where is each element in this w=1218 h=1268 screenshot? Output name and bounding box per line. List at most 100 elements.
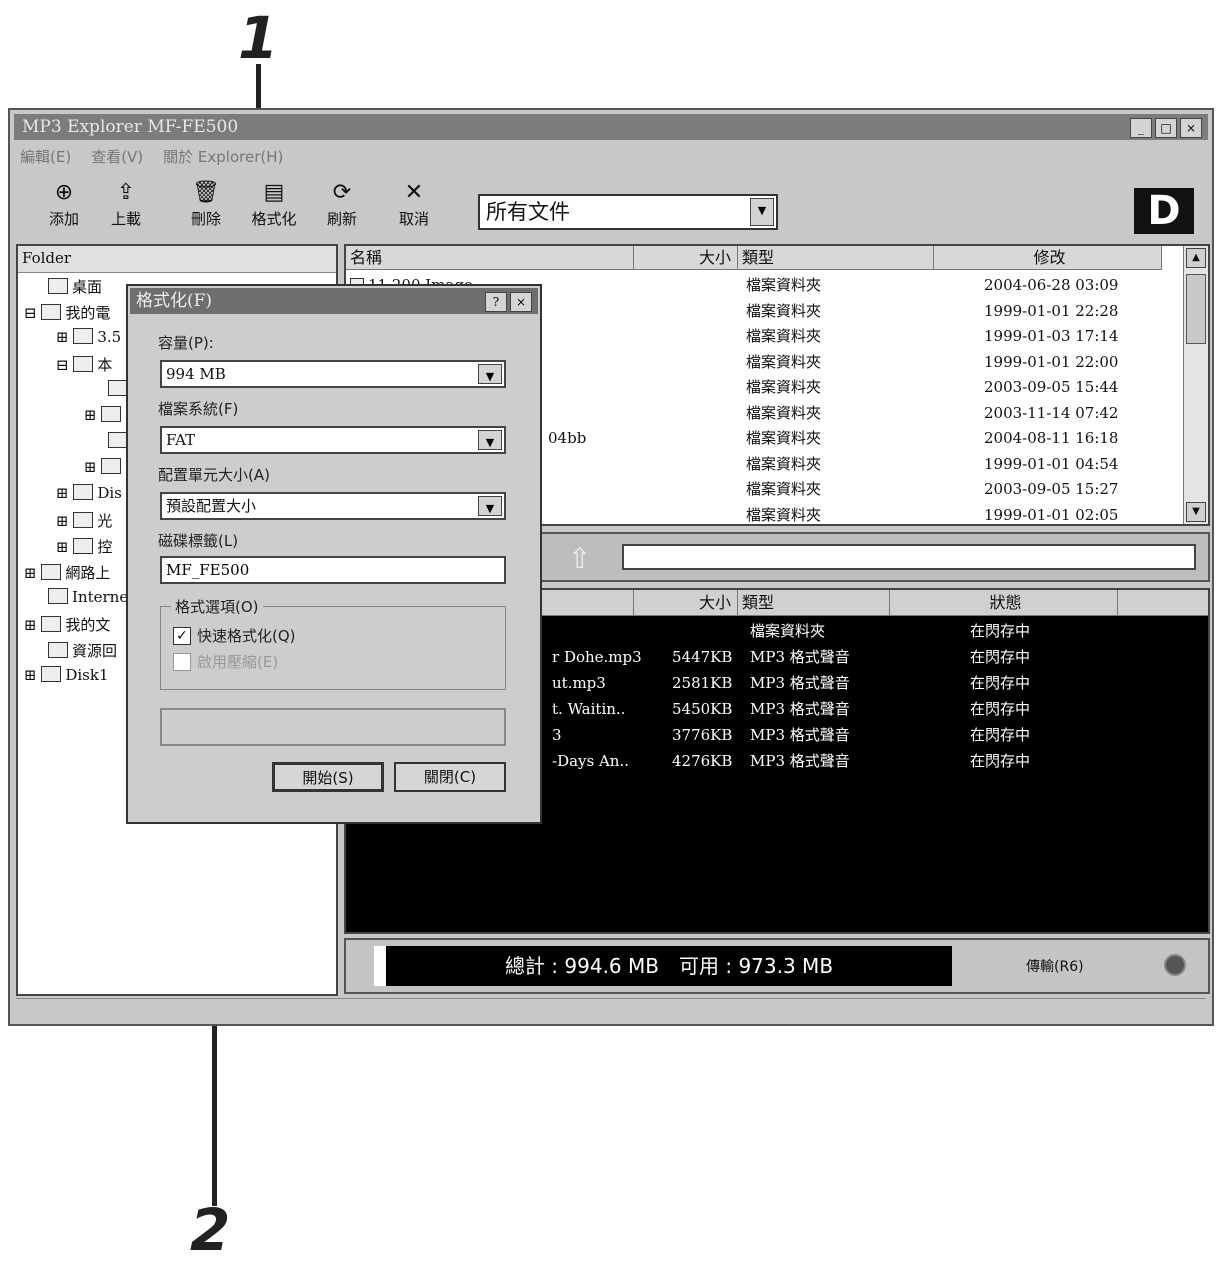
scroll-up-icon[interactable]: ▲ <box>1186 248 1206 268</box>
tree-item-my-documents[interactable]: ⊞ 我的文 <box>24 614 110 635</box>
device-column-header-type[interactable]: 類型 <box>738 590 890 616</box>
device-file-name: ut.mp3 <box>552 674 606 692</box>
menu-bar: 編輯(E) 查看(V) 關於 Explorer(H) <box>20 146 283 170</box>
delete-button[interactable]: 🗑 刪除 <box>180 180 232 229</box>
file-type: 檔案資料夾 <box>746 352 822 371</box>
tree-label: Disk1 <box>65 666 109 684</box>
transfer-mode-label: 傳輸(R6) <box>1026 959 1084 975</box>
file-type: 檔案資料夾 <box>746 276 822 294</box>
help-icon[interactable]: ? <box>485 292 507 312</box>
format-progress-bar <box>160 708 506 746</box>
tree-item-internet[interactable]: Interne <box>48 588 128 606</box>
format-options-label: 格式選項(O) <box>171 596 263 617</box>
device-column-header-extra <box>1118 590 1208 616</box>
chevron-down-icon[interactable]: ▼ <box>478 364 502 384</box>
device-column-header-status[interactable]: 狀態 <box>890 590 1118 616</box>
add-file-icon: ⊕ <box>54 180 74 205</box>
device-file-status: 在閃存中 <box>970 700 1031 718</box>
file-system-select[interactable]: FAT ▼ <box>160 426 506 454</box>
refresh-button[interactable]: ⟳ 刷新 <box>316 180 368 229</box>
tree-item-floppy[interactable]: ⊞ 3.5 <box>56 328 121 346</box>
minimize-button[interactable]: _ <box>1130 118 1152 138</box>
file-modified: 1999-01-01 02:05 <box>984 505 1119 524</box>
scrollbar-thumb[interactable] <box>1186 274 1206 344</box>
tree-label: 桌面 <box>72 278 103 296</box>
dialog-close-button[interactable]: 關閉(C) <box>394 762 506 792</box>
allocation-size-select[interactable]: 預設配置大小 ▼ <box>160 492 506 520</box>
cd-icon <box>73 512 94 528</box>
column-header-modified[interactable]: 修改 <box>934 246 1162 270</box>
tree-item-disk1[interactable]: ⊞ Disk1 <box>24 666 109 684</box>
up-folder-icon[interactable]: ⇧ <box>568 542 591 575</box>
chevron-down-icon[interactable]: ▼ <box>478 430 502 450</box>
device-path-input[interactable] <box>622 544 1196 570</box>
capacity-select[interactable]: 994 MB ▼ <box>160 360 506 388</box>
folder-tree-header: Folder <box>18 246 336 273</box>
scroll-down-icon[interactable]: ▼ <box>1186 502 1206 522</box>
device-column-header-size[interactable]: 大小 <box>634 590 738 616</box>
file-filter-value: 所有文件 <box>486 200 570 224</box>
menu-view[interactable]: 查看(V) <box>91 146 143 170</box>
tree-item-cdrom[interactable]: ⊞ 光 <box>56 510 112 531</box>
folder-icon <box>108 432 128 448</box>
close-icon[interactable]: × <box>510 292 532 312</box>
tree-label: Interne <box>72 588 129 606</box>
tree-item-folder[interactable]: ⊞ <box>84 406 125 424</box>
format-dialog: 格式化(F) ? × 容量(P): 994 MB ▼ 檔案系統(F) FAT ▼… <box>126 284 542 824</box>
chevron-down-icon[interactable]: ▼ <box>478 496 502 516</box>
folder-icon <box>101 458 122 474</box>
allocation-size-label: 配置單元大小(A) <box>158 466 270 484</box>
file-type: 檔案資料夾 <box>746 480 822 498</box>
add-button[interactable]: ⊕ 添加 <box>38 180 90 229</box>
tree-item-desktop[interactable]: 桌面 <box>48 276 102 297</box>
tree-item-network[interactable]: ⊞ 網路上 <box>24 562 110 583</box>
device-file-type: MP3 格式聲音 <box>750 648 850 666</box>
device-file-status: 在閃存中 <box>970 752 1031 770</box>
tree-item-recycle-bin[interactable]: 資源回 <box>48 640 117 661</box>
tree-item-folder[interactable]: ⊞ <box>84 458 125 476</box>
toolbar: ⊕ 添加 ⇪ 上載 🗑 刪除 ▤ 格式化 ⟳ 刷新 ✕ 取消 所有文件 ▼ D <box>20 176 1202 236</box>
column-header-type[interactable]: 類型 <box>738 246 934 270</box>
device-file-name: r Dohe.mp3 <box>552 648 642 666</box>
tree-item-local-disk[interactable]: ⊟ 本 <box>56 354 112 375</box>
format-button[interactable]: ▤ 格式化 <box>242 180 306 229</box>
file-modified: 2003-09-05 15:27 <box>984 480 1119 498</box>
file-system-label: 檔案系統(F) <box>158 400 239 418</box>
menu-about[interactable]: 關於 Explorer(H) <box>163 146 283 170</box>
file-filter-select[interactable]: 所有文件 ▼ <box>478 194 778 230</box>
tree-label: 3.5 <box>97 328 122 346</box>
tree-item-my-computer[interactable]: ⊟ 我的電 <box>24 302 110 323</box>
file-modified: 2004-08-11 16:18 <box>984 429 1119 447</box>
tree-label: 光 <box>97 512 113 530</box>
volume-label-label: 磁碟標籤(L) <box>158 532 239 550</box>
file-type: 檔案資料夾 <box>746 454 822 473</box>
file-type: 檔案資料夾 <box>746 403 822 422</box>
device-file-size: 4276KB <box>672 752 733 770</box>
tree-label: 網路上 <box>65 564 111 582</box>
device-file-name: 3 <box>552 726 562 744</box>
close-button[interactable]: × <box>1180 118 1202 138</box>
folder-icon <box>108 380 128 396</box>
chevron-down-icon[interactable]: ▼ <box>750 198 774 226</box>
callout-number-1: 1 <box>238 4 279 72</box>
maximize-button[interactable]: □ <box>1155 118 1177 138</box>
cancel-toolbar-button[interactable]: ✕ 取消 <box>388 180 440 229</box>
format-dialog-title-bar: 格式化(F) ? × <box>130 288 538 314</box>
volume-label-input[interactable] <box>160 556 506 584</box>
tree-item-control-panel[interactable]: ⊞ 控 <box>56 536 112 557</box>
column-header-size[interactable]: 大小 <box>634 246 738 270</box>
globe-icon <box>48 588 68 604</box>
upload-button[interactable]: ⇪ 上載 <box>100 180 152 229</box>
device-file-status: 在閃存中 <box>970 648 1031 666</box>
menu-edit[interactable]: 編輯(E) <box>20 146 71 170</box>
device-file-status: 在閃存中 <box>970 622 1031 640</box>
device-file-size: 2581KB <box>672 674 733 692</box>
compression-checkbox[interactable] <box>173 653 191 671</box>
tree-item-disk[interactable]: ⊞ Dis <box>56 484 122 502</box>
quick-format-checkbox[interactable]: ✓ <box>173 627 191 645</box>
capacity-panel: 總計 : 994.6 MB 可用 : 973.3 MB 傳輸(R6) <box>344 938 1210 994</box>
file-list-scrollbar[interactable]: ▲ ▼ <box>1183 246 1208 524</box>
column-header-name[interactable]: 名稱 <box>346 246 634 270</box>
start-button[interactable]: 開始(S) <box>272 762 384 792</box>
file-type: 檔案資料夾 <box>746 429 822 447</box>
